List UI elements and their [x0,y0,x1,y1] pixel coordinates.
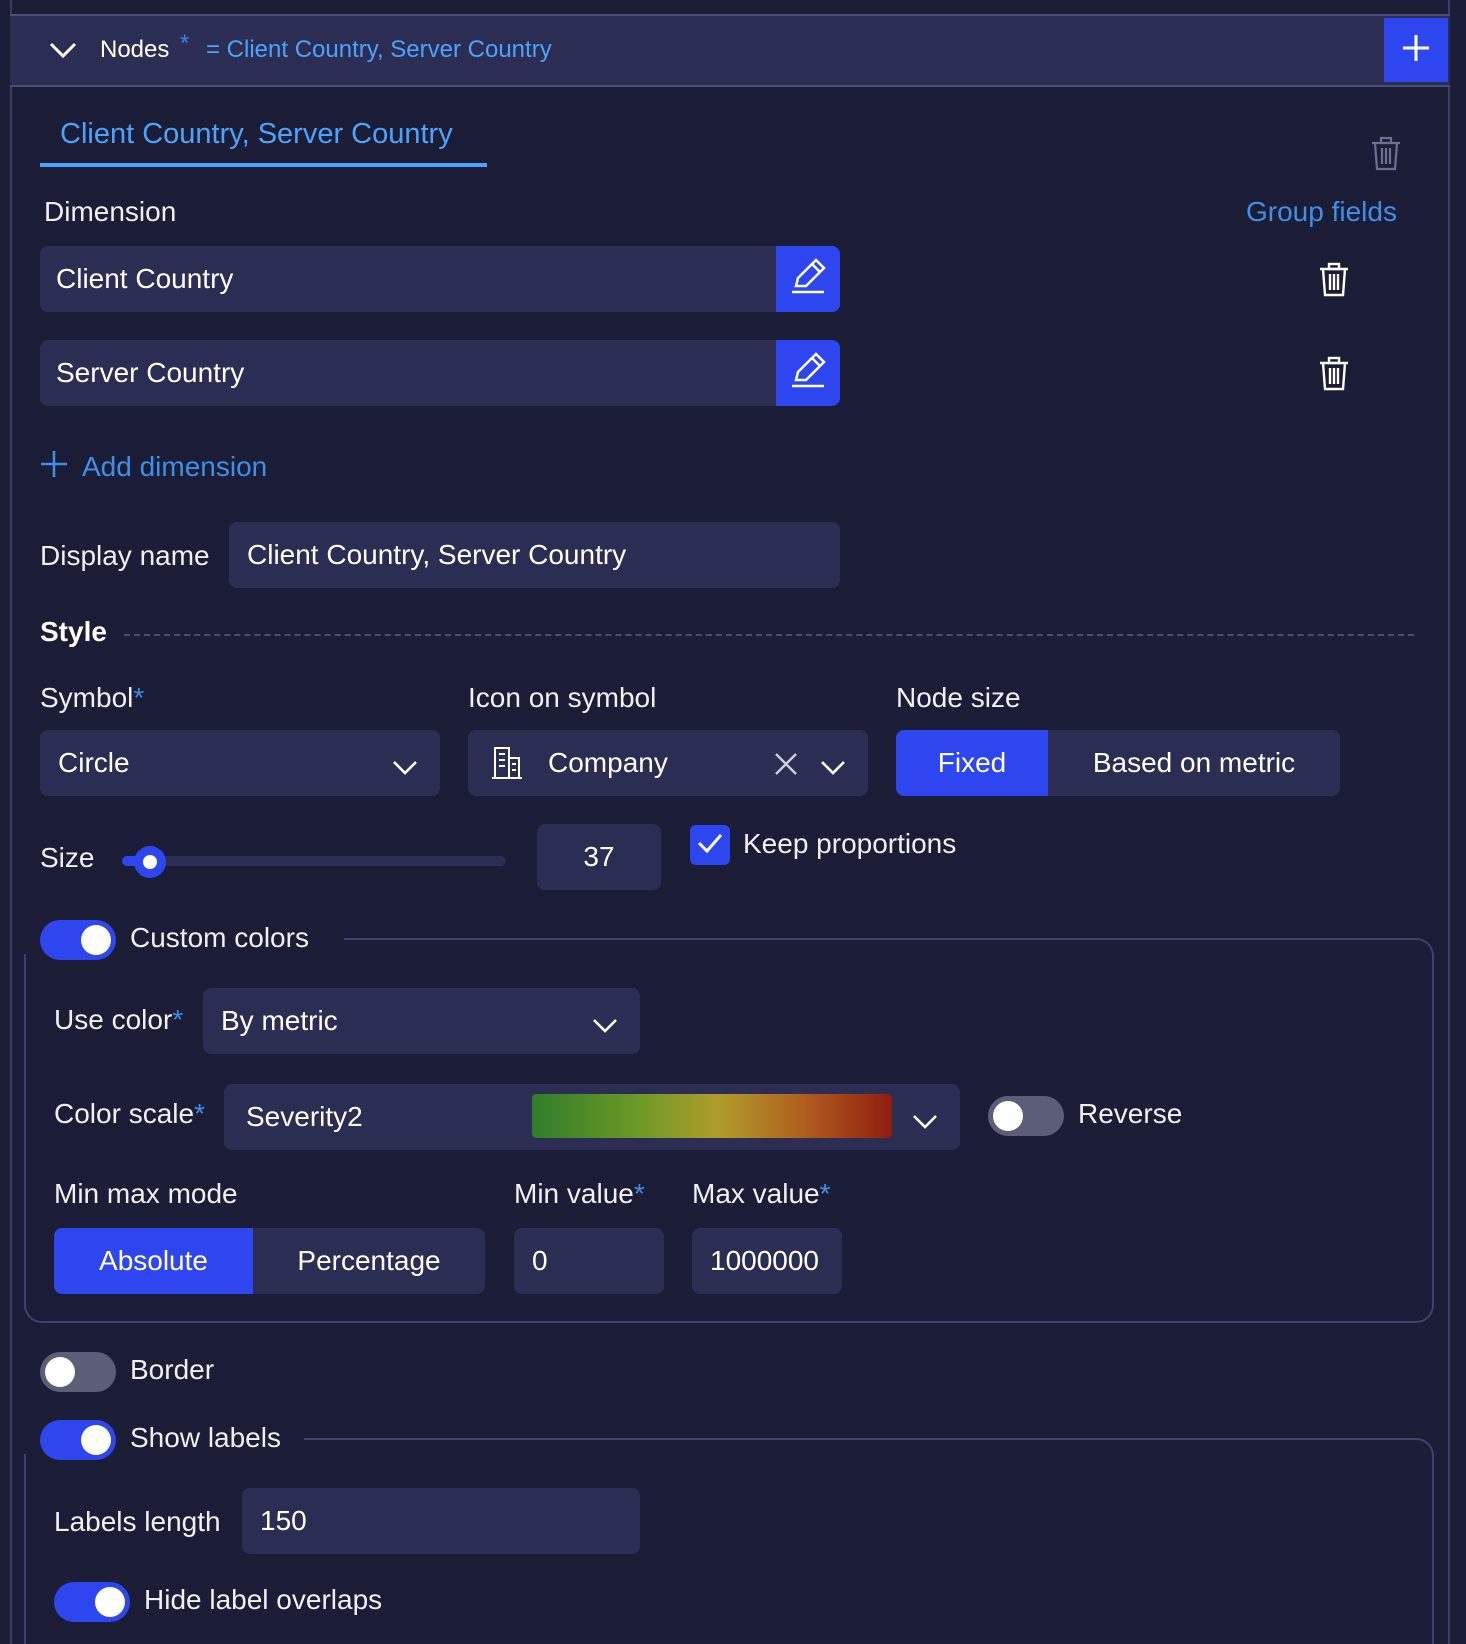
min-value-input[interactable]: 0 [514,1228,664,1294]
trash-icon[interactable] [1370,136,1402,177]
add-dimension-button[interactable]: Add dimension [40,450,267,483]
edit-button[interactable] [776,246,840,312]
chevron-down-icon [392,752,418,784]
show-labels-label: Show labels [130,1422,281,1453]
dimension-field-client-country[interactable]: Client Country [40,246,840,312]
use-color-label: Use color* [54,1004,184,1035]
add-dimension-label: Add dimension [82,450,268,482]
hide-label-overlaps-label: Hide label overlaps [144,1584,383,1615]
border-label: Border [130,1354,215,1385]
chevron-down-icon[interactable] [48,38,78,67]
icon-on-symbol-label: Icon on symbol [468,682,657,713]
custom-colors-toggle[interactable] [40,920,116,960]
pencil-icon [788,350,828,397]
size-label: Size [40,842,95,873]
trash-icon[interactable] [1318,262,1350,303]
chevron-down-icon [912,1106,938,1138]
size-slider-handle[interactable] [134,846,166,878]
symbol-label: Symbol* [40,682,145,713]
check-icon [696,831,724,860]
color-scale-value: Severity2 [246,1101,363,1132]
color-scale-preview [532,1094,892,1138]
reverse-toggle[interactable] [988,1096,1064,1136]
use-color-select[interactable]: By metric [203,988,640,1054]
icon-value: Company [548,747,668,778]
display-name-label: Display name [40,540,210,571]
max-value-label: Max value* [692,1178,831,1209]
custom-colors-label: Custom colors [130,922,309,953]
icon-on-symbol-select[interactable]: Company [468,730,868,796]
labels-length-label: Labels length [54,1506,221,1537]
section-summary: = Client Country, Server Country [206,36,552,63]
divider [124,634,1414,636]
nodes-section-header[interactable]: Nodes * = Client Country, Server Country [10,14,1450,87]
dimension-field-server-country[interactable]: Server Country [40,340,840,406]
mode-absolute[interactable]: Absolute [54,1228,253,1294]
keep-proportions-checkbox[interactable] [690,825,730,865]
chevron-down-icon [820,752,846,784]
close-icon[interactable] [774,751,798,783]
size-slider-track[interactable] [122,856,506,866]
min-max-mode-toggle[interactable]: Absolute Percentage [54,1228,485,1294]
dimension-value: Client Country [56,263,234,294]
node-size-fixed[interactable]: Fixed [896,730,1048,796]
node-size-based-on-metric[interactable]: Based on metric [1048,730,1340,796]
tab-client-server-country[interactable]: Client Country, Server Country [60,118,453,151]
size-value: 37 [583,841,615,872]
edit-button[interactable] [776,340,840,406]
display-name-value: Client Country, Server Country [247,539,627,570]
plus-icon [1401,33,1431,68]
building-icon [492,746,522,780]
tab-active-indicator [40,163,487,167]
trash-icon[interactable] [1318,356,1350,397]
dimension-label: Dimension [44,196,177,227]
required-mark: * [180,30,190,57]
mode-percentage[interactable]: Percentage [253,1228,485,1294]
group-fields-link[interactable]: Group fields [1246,196,1397,228]
max-value-input[interactable]: 1000000 [692,1228,842,1294]
hide-label-overlaps-toggle[interactable] [54,1582,130,1622]
labels-length-value: 150 [260,1505,307,1536]
dimension-value: Server Country [56,357,245,388]
keep-proportions-label: Keep proportions [743,828,957,859]
plus-icon [40,450,68,483]
display-name-input[interactable]: Client Country, Server Country [229,522,840,588]
style-heading: Style [40,616,107,647]
color-scale-label: Color scale* [54,1098,205,1129]
reverse-label: Reverse [1078,1098,1183,1129]
show-labels-toggle[interactable] [40,1420,116,1460]
size-input[interactable]: 37 [537,824,661,890]
chevron-down-icon [592,1010,618,1042]
node-size-toggle[interactable]: Fixed Based on metric [896,730,1340,796]
labels-length-input[interactable]: 150 [242,1488,640,1554]
pencil-icon [788,256,828,303]
use-color-value: By metric [221,1005,338,1036]
min-max-mode-label: Min max mode [54,1178,238,1209]
add-button[interactable] [1384,18,1448,82]
min-value-label: Min value* [514,1178,645,1209]
node-size-label: Node size [896,682,1021,713]
max-value: 1000000 [710,1245,820,1276]
symbol-select[interactable]: Circle [40,730,440,796]
symbol-value: Circle [58,747,130,778]
min-value: 0 [532,1245,548,1276]
border-toggle[interactable] [40,1352,116,1392]
section-title: Nodes [100,36,170,63]
